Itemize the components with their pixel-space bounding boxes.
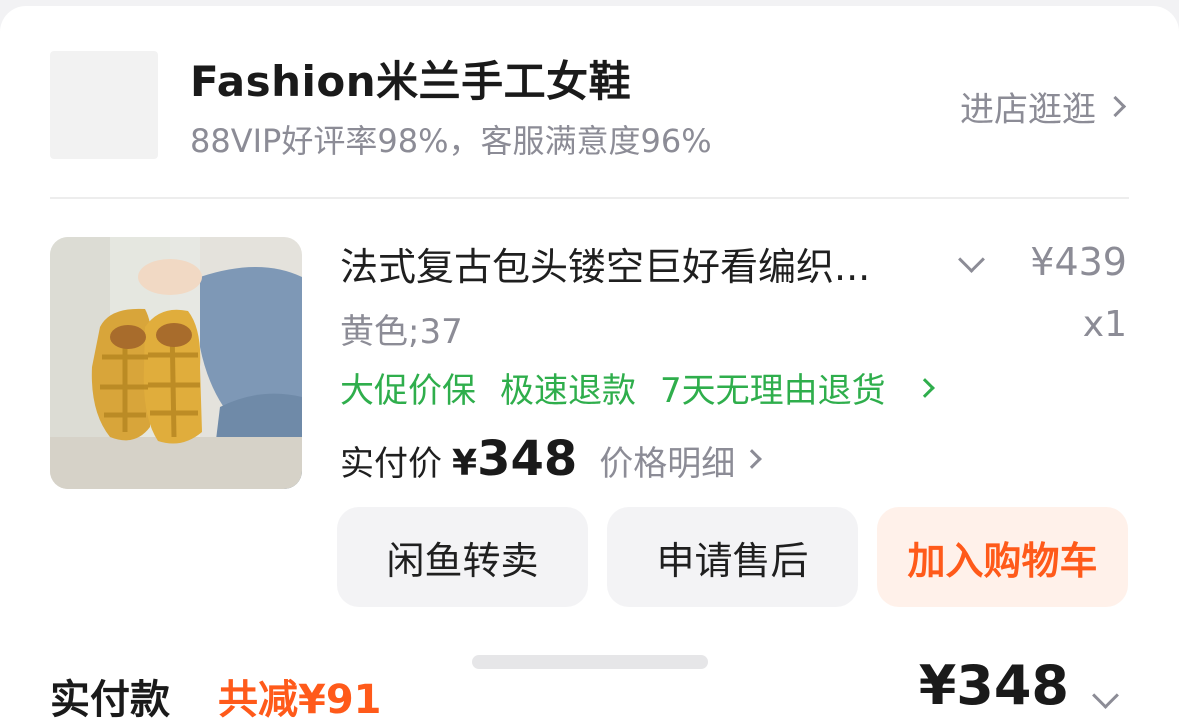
product-title[interactable]: 法式复古包头镂空巨好看编织... [340, 236, 870, 291]
paid-price-amount: ¥348 [452, 431, 577, 487]
original-price: ¥439 [1030, 240, 1127, 284]
price-detail-label: 价格明细 [599, 444, 736, 484]
paid-price-value: 348 [477, 431, 578, 487]
add-to-cart-button[interactable]: 加入购物车 [877, 507, 1128, 607]
shop-name[interactable]: Fashion米兰手工女鞋 [190, 48, 631, 109]
product-quantity: x1 [1082, 304, 1127, 345]
currency-symbol: ¥ [452, 443, 478, 484]
chevron-down-icon[interactable] [1092, 682, 1119, 709]
product-variant: 黄色;37 [340, 312, 463, 352]
home-indicator[interactable] [472, 655, 708, 669]
divider [50, 197, 1129, 199]
chevron-right-icon [914, 377, 935, 398]
price-detail-link[interactable]: 价格明细 [599, 436, 763, 485]
total-paid-label: 实付款 [50, 677, 170, 723]
paid-price-label: 实付价 [340, 444, 442, 484]
order-item-card: Fashion米兰手工女鞋 88VIP好评率98%，客服满意度96% 进店逛逛 [0, 6, 1179, 726]
shop-logo[interactable] [50, 51, 158, 159]
resell-button[interactable]: 闲鱼转卖 [337, 507, 588, 607]
service-tag: 极速退款 [500, 371, 636, 411]
chevron-right-icon [742, 448, 763, 469]
enter-shop-label: 进店逛逛 [960, 90, 1096, 130]
shop-rating: 88VIP好评率98%，客服满意度96% [190, 122, 712, 160]
after-sales-button[interactable]: 申请售后 [607, 507, 858, 607]
service-tag: 7天无理由退货 [660, 371, 886, 411]
product-image[interactable] [50, 237, 302, 489]
total-amount: ¥348 [918, 654, 1069, 717]
service-tag: 大促价保 [340, 371, 476, 411]
service-guarantees[interactable]: 大促价保 极速退款 7天无理由退货 [340, 363, 935, 412]
paid-price-row: 实付价 ¥348 价格明细 [340, 431, 763, 487]
chevron-down-icon[interactable] [958, 246, 985, 273]
chevron-right-icon [1104, 95, 1127, 118]
total-discount: 共减¥91 [218, 677, 382, 723]
product-photo [50, 237, 302, 489]
enter-shop-link[interactable]: 进店逛逛 [960, 82, 1127, 131]
